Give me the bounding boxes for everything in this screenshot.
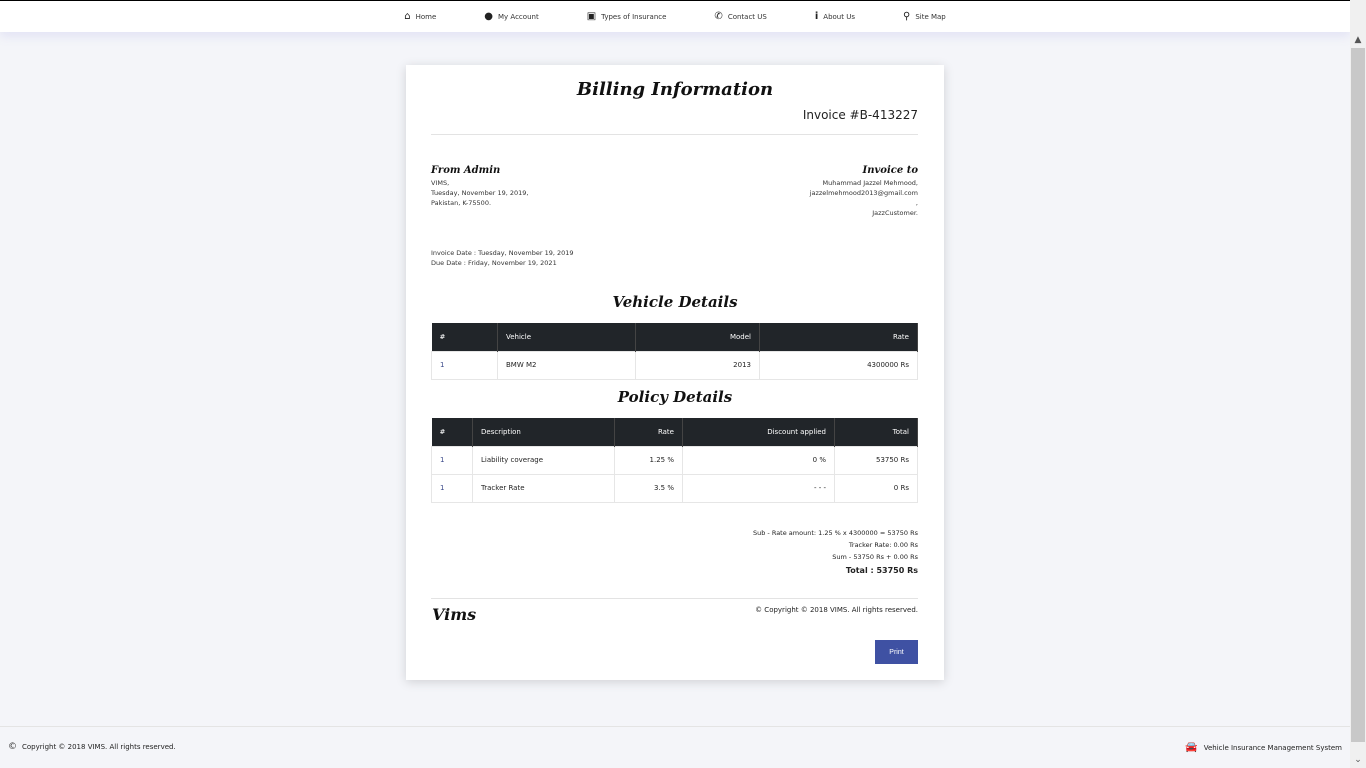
nav-label: Types of Insurance <box>601 12 667 21</box>
user-icon: ● <box>484 11 494 22</box>
cell: BMW M2 <box>497 350 636 380</box>
col-header: Discount applied <box>682 418 835 446</box>
from-line: Tuesday, November 19, 2019, <box>431 189 529 197</box>
nav-label: My Account <box>498 12 539 21</box>
cell: 4300000 Rs <box>759 350 918 380</box>
nav-contact-us[interactable]: ✆ Contact US <box>714 11 766 22</box>
to-section: Invoice to Muhammad Jazzel Mehmood, jazz… <box>810 165 918 218</box>
cell: Tracker Rate <box>472 473 615 503</box>
phone-icon: ✆ <box>714 11 723 22</box>
nav-site-map[interactable]: ⚲ Site Map <box>903 11 946 22</box>
cell: 3.5 % <box>614 473 683 503</box>
col-header: Vehicle <box>497 323 636 351</box>
nav-my-account[interactable]: ● My Account <box>484 11 538 22</box>
table-row: 1 BMW M2 2013 4300000 Rs <box>431 350 918 380</box>
cell: 1 <box>431 350 498 380</box>
cell: Liability coverage <box>472 445 615 475</box>
page-title: Billing Information <box>576 79 774 100</box>
table-row: 1 Liability coverage 1.25 % 0 % 53750 Rs <box>431 445 918 475</box>
nav-label: About Us <box>823 12 855 21</box>
divider <box>431 598 918 599</box>
to-line: , <box>915 199 918 207</box>
col-header: # <box>431 418 473 446</box>
car-icon: 🚘 <box>1185 742 1198 753</box>
scrollbar-thumb[interactable] <box>1351 48 1365 742</box>
vehicle-table: # Vehicle Model Rate 1 BMW M2 2013 43000… <box>431 323 918 380</box>
nav-about-us[interactable]: i About Us <box>815 11 855 22</box>
col-header: Total <box>834 418 918 446</box>
money-icon: ▣ <box>586 11 597 22</box>
to-line: Muhammad Jazzel Mehmood, <box>822 179 918 187</box>
cell: 1.25 % <box>614 445 683 475</box>
invoice-date: Invoice Date : Tuesday, November 19, 201… <box>431 249 574 257</box>
footer-copyright: Copyright © 2018 VIMS. All rights reserv… <box>22 743 176 751</box>
info-icon: i <box>814 11 819 22</box>
from-line: Pakistan, K-75500. <box>431 199 492 207</box>
scroll-up-icon[interactable]: ▲ <box>1350 32 1366 48</box>
footer-system-name: Vehicle Insurance Management System <box>1203 743 1342 752</box>
map-marker-icon: ⚲ <box>902 11 911 22</box>
policy-table: # Description Rate Discount applied Tota… <box>431 418 918 503</box>
nav-home[interactable]: ⌂ Home <box>404 11 436 22</box>
divider <box>431 134 918 135</box>
nav-types-of-insurance[interactable]: ▣ Types of Insurance <box>587 11 667 22</box>
to-line: jazzelmehmood2013@gmail.com <box>809 189 918 197</box>
cell: 53750 Rs <box>834 445 918 475</box>
brand-logo: Vims <box>432 605 477 624</box>
from-line: VIMS, <box>431 179 450 187</box>
footer: © Copyright © 2018 VIMS. All rights reser… <box>0 726 1350 768</box>
col-header: Rate <box>614 418 683 446</box>
col-header: Rate <box>759 323 918 351</box>
copyright-icon: © <box>8 742 17 752</box>
dates: Invoice Date : Tuesday, November 19, 201… <box>431 248 574 268</box>
col-header: Model <box>635 323 760 351</box>
table-row: 1 Tracker Rate 3.5 % - - - 0 Rs <box>431 473 918 503</box>
home-icon: ⌂ <box>404 11 411 22</box>
policy-heading: Policy Details <box>617 388 733 406</box>
to-heading: Invoice to <box>862 165 918 176</box>
col-header: Description <box>472 418 615 446</box>
tracker-rate: Tracker Rate: 0.00 Rs <box>848 541 918 549</box>
from-heading: From Admin <box>431 165 501 176</box>
summary: Sub - Rate amount: 1.25 % x 4300000 = 53… <box>753 527 918 577</box>
invoice-number: Invoice #B-413227 <box>802 108 918 122</box>
cell: 1 <box>431 445 473 475</box>
nav-label: Home <box>415 12 437 21</box>
nav-label: Site Map <box>915 12 946 21</box>
cell: 0 Rs <box>834 473 918 503</box>
top-nav: ⌂ Home ● My Account ▣ Types of Insurance ✆ C… <box>0 0 1350 32</box>
nav-label: Contact US <box>727 12 767 21</box>
cell: 2013 <box>635 350 760 380</box>
sub-rate: Sub - Rate amount: 1.25 % x 4300000 = 53… <box>752 529 918 537</box>
vehicle-heading: Vehicle Details <box>612 293 738 311</box>
to-line: JazzCustomer. <box>872 209 918 217</box>
from-section: From Admin VIMS, Tuesday, November 19, 2… <box>431 165 528 208</box>
due-date: Due Date : Friday, November 19, 2021 <box>431 259 557 267</box>
cell: 0 % <box>682 445 835 475</box>
col-header: # <box>431 323 498 351</box>
sum: Sum - 53750 Rs + 0.00 Rs <box>832 553 918 561</box>
print-button[interactable]: Print <box>875 640 918 664</box>
cell: - - - <box>682 473 835 503</box>
invoice-card: Billing Information Invoice #B-413227 Fr… <box>406 65 944 680</box>
cell: 1 <box>431 473 473 503</box>
scrollbar[interactable]: ▲ ⌄ <box>1350 0 1366 768</box>
card-copyright: © Copyright © 2018 VIMS. All rights rese… <box>755 606 918 614</box>
scroll-down-icon[interactable]: ⌄ <box>1350 752 1366 768</box>
total: Total : 53750 Rs <box>845 566 918 575</box>
